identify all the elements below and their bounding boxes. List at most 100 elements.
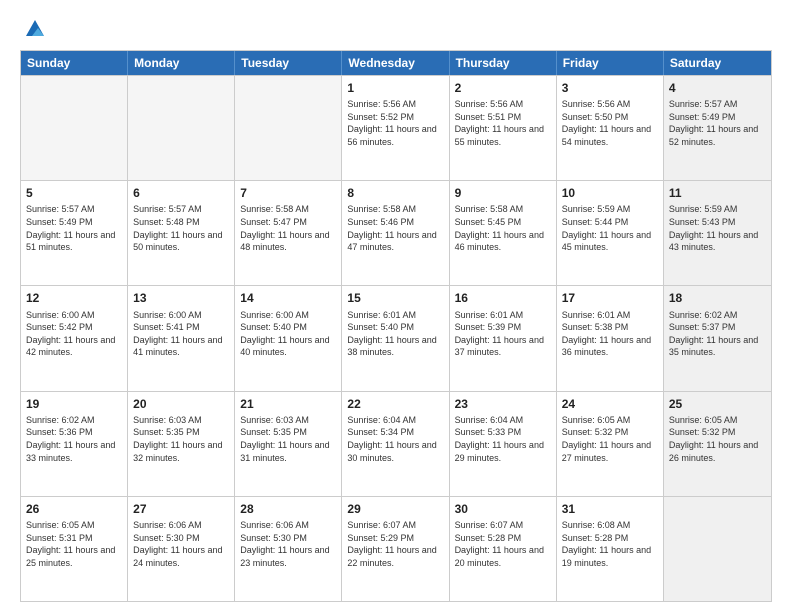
- day-cell-11: 11Sunrise: 5:59 AMSunset: 5:43 PMDayligh…: [664, 181, 771, 285]
- cell-text: Sunrise: 5:56 AM: [455, 98, 551, 111]
- cell-text: Sunrise: 5:59 AM: [669, 203, 766, 216]
- day-cell-29: 29 Sunrise: 6:07 AMSunset: 5:29 PMDayligh…: [342, 497, 449, 601]
- day-number: 11: [669, 185, 766, 201]
- cell-text: Sunset: 5:32 PM: [562, 426, 658, 439]
- day-cell-5: 5Sunrise: 5:57 AMSunset: 5:49 PMDaylight…: [21, 181, 128, 285]
- cell-text: Daylight: 11 hours and 38 minutes.: [347, 334, 443, 359]
- empty-cell: [21, 76, 128, 180]
- cell-text: Sunset: 5:40 PM: [347, 321, 443, 334]
- cell-text: Sunset: 5:29 PM: [347, 532, 443, 545]
- cell-text: Sunset: 5:36 PM: [26, 426, 122, 439]
- cell-text: Daylight: 11 hours and 20 minutes.: [455, 544, 551, 569]
- day-number: 22: [347, 396, 443, 412]
- cell-text: Sunrise: 5:57 AM: [669, 98, 766, 111]
- day-number: 19: [26, 396, 122, 412]
- cell-text: Daylight: 11 hours and 51 minutes.: [26, 229, 122, 254]
- cell-text: Daylight: 11 hours and 22 minutes.: [347, 544, 443, 569]
- day-cell-14: 14Sunrise: 6:00 AMSunset: 5:40 PMDayligh…: [235, 286, 342, 390]
- cell-text: Sunrise: 5:58 AM: [240, 203, 336, 216]
- cell-text: Daylight: 11 hours and 31 minutes.: [240, 439, 336, 464]
- logo-icon: [24, 18, 46, 40]
- cell-text: Daylight: 11 hours and 36 minutes.: [562, 334, 658, 359]
- header-day-thursday: Thursday: [450, 51, 557, 75]
- day-cell-27: 27Sunrise: 6:06 AMSunset: 5:30 PMDayligh…: [128, 497, 235, 601]
- day-number: 3: [562, 80, 658, 96]
- cell-text: Sunrise: 6:00 AM: [26, 309, 122, 322]
- day-cell-25: 25Sunrise: 6:05 AMSunset: 5:32 PMDayligh…: [664, 392, 771, 496]
- cell-text: Daylight: 11 hours and 50 minutes.: [133, 229, 229, 254]
- cell-text: Daylight: 11 hours and 40 minutes.: [240, 334, 336, 359]
- calendar-header: SundayMondayTuesdayWednesdayThursdayFrid…: [21, 51, 771, 75]
- day-number: 6: [133, 185, 229, 201]
- calendar-row-5: 26Sunrise: 6:05 AMSunset: 5:31 PMDayligh…: [21, 496, 771, 601]
- day-number: 27: [133, 501, 229, 517]
- cell-text: Sunrise: 5:56 AM: [562, 98, 658, 111]
- cell-text: Sunrise: 6:01 AM: [455, 309, 551, 322]
- cell-text: Sunrise: 5:56 AM: [347, 98, 443, 111]
- cell-text: Sunrise: 5:59 AM: [562, 203, 658, 216]
- cell-text: Sunset: 5:44 PM: [562, 216, 658, 229]
- day-cell-17: 17 Sunrise: 6:01 AMSunset: 5:38 PMDayligh…: [557, 286, 664, 390]
- cell-text: Sunset: 5:41 PM: [133, 321, 229, 334]
- cell-text: Sunset: 5:40 PM: [240, 321, 336, 334]
- day-number: 9: [455, 185, 551, 201]
- cell-text: Sunset: 5:50 PM: [562, 111, 658, 124]
- header: [20, 18, 772, 40]
- cell-text: Sunset: 5:37 PM: [669, 321, 766, 334]
- day-number: 13: [133, 290, 229, 306]
- day-number: 2: [455, 80, 551, 96]
- logo: [20, 18, 46, 40]
- cell-text: Sunrise: 6:06 AM: [133, 519, 229, 532]
- cell-text: Daylight: 11 hours and 47 minutes.: [347, 229, 443, 254]
- cell-text: Sunset: 5:33 PM: [455, 426, 551, 439]
- day-number: 25: [669, 396, 766, 412]
- cell-text: Sunrise: 6:01 AM: [562, 309, 658, 322]
- day-cell-21: 21Sunrise: 6:03 AMSunset: 5:35 PMDayligh…: [235, 392, 342, 496]
- cell-text: Sunset: 5:52 PM: [347, 111, 443, 124]
- day-cell-30: 30Sunrise: 6:07 AMSunset: 5:28 PMDayligh…: [450, 497, 557, 601]
- cell-text: Daylight: 11 hours and 54 minutes.: [562, 123, 658, 148]
- cell-text: Sunset: 5:32 PM: [669, 426, 766, 439]
- cell-text: Sunset: 5:42 PM: [26, 321, 122, 334]
- cell-text: Sunset: 5:48 PM: [133, 216, 229, 229]
- day-cell-24: 24Sunrise: 6:05 AMSunset: 5:32 PMDayligh…: [557, 392, 664, 496]
- cell-text: Sunset: 5:38 PM: [562, 321, 658, 334]
- cell-text: Sunrise: 6:05 AM: [26, 519, 122, 532]
- cell-text: Sunrise: 6:03 AM: [240, 414, 336, 427]
- day-number: 7: [240, 185, 336, 201]
- cell-text: Daylight: 11 hours and 48 minutes.: [240, 229, 336, 254]
- cell-text: Daylight: 11 hours and 37 minutes.: [455, 334, 551, 359]
- cell-text: Daylight: 11 hours and 41 minutes.: [133, 334, 229, 359]
- cell-text: Sunrise: 6:07 AM: [347, 519, 443, 532]
- day-cell-23: 23Sunrise: 6:04 AMSunset: 5:33 PMDayligh…: [450, 392, 557, 496]
- cell-text: Sunrise: 6:02 AM: [26, 414, 122, 427]
- cell-text: Daylight: 11 hours and 46 minutes.: [455, 229, 551, 254]
- cell-text: Sunset: 5:28 PM: [455, 532, 551, 545]
- cell-text: Daylight: 11 hours and 29 minutes.: [455, 439, 551, 464]
- day-cell-6: 6Sunrise: 5:57 AMSunset: 5:48 PMDaylight…: [128, 181, 235, 285]
- cell-text: Sunset: 5:47 PM: [240, 216, 336, 229]
- day-cell-10: 10Sunrise: 5:59 AMSunset: 5:44 PMDayligh…: [557, 181, 664, 285]
- day-cell-9: 9Sunrise: 5:58 AMSunset: 5:45 PMDaylight…: [450, 181, 557, 285]
- day-number: 20: [133, 396, 229, 412]
- header-day-monday: Monday: [128, 51, 235, 75]
- cell-text: Sunset: 5:46 PM: [347, 216, 443, 229]
- cell-text: Sunrise: 6:01 AM: [347, 309, 443, 322]
- header-day-sunday: Sunday: [21, 51, 128, 75]
- day-number: 29: [347, 501, 443, 517]
- day-cell-7: 7 Sunrise: 5:58 AMSunset: 5:47 PMDaylight…: [235, 181, 342, 285]
- cell-text: Sunset: 5:31 PM: [26, 532, 122, 545]
- cell-text: Sunset: 5:34 PM: [347, 426, 443, 439]
- day-number: 16: [455, 290, 551, 306]
- cell-text: Daylight: 11 hours and 55 minutes.: [455, 123, 551, 148]
- day-cell-28: 28Sunrise: 6:06 AMSunset: 5:30 PMDayligh…: [235, 497, 342, 601]
- day-cell-16: 16Sunrise: 6:01 AMSunset: 5:39 PMDayligh…: [450, 286, 557, 390]
- cell-text: Sunrise: 6:05 AM: [669, 414, 766, 427]
- cell-text: Sunrise: 6:04 AM: [455, 414, 551, 427]
- cell-text: Daylight: 11 hours and 35 minutes.: [669, 334, 766, 359]
- day-number: 17: [562, 290, 658, 306]
- cell-text: Sunset: 5:45 PM: [455, 216, 551, 229]
- day-number: 24: [562, 396, 658, 412]
- cell-text: Daylight: 11 hours and 52 minutes.: [669, 123, 766, 148]
- day-number: 8: [347, 185, 443, 201]
